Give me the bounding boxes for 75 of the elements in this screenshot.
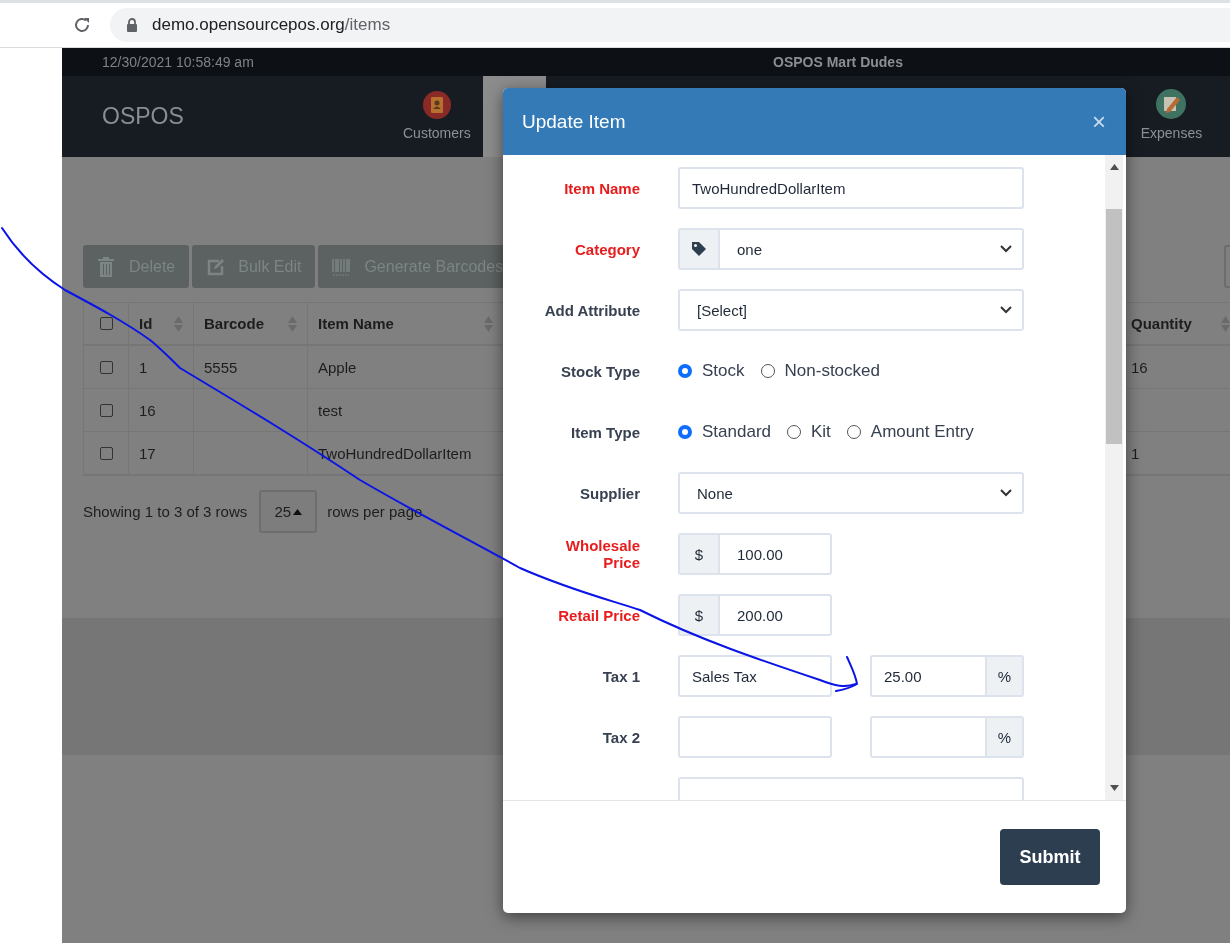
brand-logo[interactable]: OSPOS <box>102 76 403 157</box>
trash-icon <box>97 256 115 277</box>
percent-addon: % <box>985 718 1022 756</box>
edit-icon <box>206 256 225 277</box>
field-label: Tax 1 <box>601 667 640 685</box>
nav-item[interactable]: Expenses <box>1140 125 1203 141</box>
reload-icon[interactable] <box>72 15 92 35</box>
field-label: Add Attribute <box>543 301 640 319</box>
radio-label[interactable]: Stock <box>702 361 745 381</box>
scrollbar-thumb[interactable] <box>1106 209 1122 444</box>
table-cell: 17 <box>129 432 194 475</box>
dropdown-value: one <box>737 240 763 258</box>
checkbox[interactable] <box>99 360 113 374</box>
radio-label[interactable]: Amount Entry <box>870 422 974 442</box>
pencil-icon[interactable] <box>1156 89 1187 119</box>
scrollbar[interactable] <box>1105 155 1123 800</box>
column-header[interactable]: Barcode <box>194 303 308 346</box>
submit-button[interactable]: Submit <box>1000 829 1100 885</box>
percent-addon: % <box>985 657 1022 695</box>
chevron-down-icon <box>1000 245 1012 253</box>
page-size-button[interactable]: 25 <box>259 490 318 533</box>
barcode-icon <box>332 256 351 277</box>
scroll-down-icon[interactable] <box>1109 785 1119 791</box>
field-label: Stock Type <box>560 362 640 380</box>
address-book-icon[interactable] <box>422 91 451 119</box>
field-label: Retail Price <box>557 606 640 624</box>
field-label: Supplier <box>579 484 640 502</box>
field-label: Item Type <box>570 423 640 441</box>
radio-button[interactable] <box>760 364 775 378</box>
tax-rate-value: 25.00 <box>884 667 922 685</box>
radio-button[interactable] <box>678 425 692 439</box>
radio-button[interactable] <box>846 425 861 439</box>
currency-addon: $ <box>680 596 720 634</box>
field-label: Item Name <box>563 179 640 197</box>
radio-button[interactable] <box>787 425 801 439</box>
date-time: 12/30/2021 10:58:49 am <box>102 54 255 70</box>
dropdown[interactable]: None <box>678 472 1024 514</box>
radio-label[interactable]: Non-stocked <box>784 361 880 381</box>
checkbox[interactable] <box>99 446 113 460</box>
radio-label[interactable]: Kit <box>811 422 831 442</box>
tag-icon <box>691 241 707 257</box>
table-cell: 16 <box>129 389 194 432</box>
field-label: Category <box>573 240 640 258</box>
scroll-up-icon[interactable] <box>1109 164 1119 170</box>
chevron-down-icon <box>1000 306 1012 314</box>
tax-rate-field[interactable]: 25.00 % <box>870 655 1024 697</box>
category-dropdown[interactable]: one <box>678 228 1024 270</box>
nav-item[interactable]: Customers <box>403 125 471 141</box>
tax-rate-field[interactable]: % <box>870 716 1024 758</box>
dialog-title: Update Item <box>522 110 626 133</box>
column-header[interactable]: Id <box>129 303 194 346</box>
checkbox[interactable] <box>99 317 113 330</box>
tax-name-field[interactable]: Sales Tax <box>678 655 832 697</box>
radio-button[interactable] <box>678 364 692 378</box>
url-text: demo.opensourcepos.org/items <box>152 15 391 35</box>
caret-icon <box>293 508 303 515</box>
pagination-summary: Showing 1 to 3 of 3 rows <box>83 503 248 520</box>
chevron-down-icon <box>1000 489 1012 497</box>
store-name: OSPOS Mart Dudes <box>773 54 903 70</box>
dropdown-value: [Select] <box>697 301 748 319</box>
text-field[interactable]: TwoHundredDollarItem <box>678 167 1024 209</box>
field-label: Wholesale Price <box>564 537 640 571</box>
price-field[interactable]: $ 200.00 <box>678 594 832 636</box>
table-cell: 5555 <box>194 346 308 389</box>
address-bar[interactable]: demo.opensourcepos.org/items <box>110 8 1230 42</box>
dropdown[interactable]: [Select] <box>678 289 1024 331</box>
field-label: Tax 2 <box>601 728 640 746</box>
radio-label[interactable]: Standard <box>702 422 771 442</box>
currency-addon: $ <box>680 535 720 573</box>
checkbox[interactable] <box>99 403 113 417</box>
price-field[interactable]: $ 100.00 <box>678 533 832 575</box>
tax-name-field[interactable] <box>678 716 832 758</box>
lock-icon <box>126 18 138 32</box>
table-cell: 1 <box>129 346 194 389</box>
dropdown-value: None <box>697 484 733 502</box>
